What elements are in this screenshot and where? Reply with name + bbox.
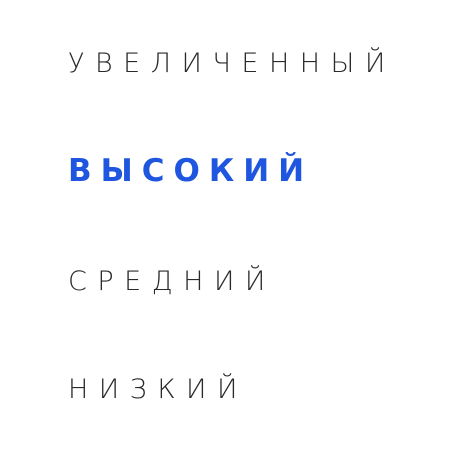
option-medium[interactable]: Средний xyxy=(68,268,276,295)
level-option-list: Увеличенный Высокий Средний Низкий xyxy=(0,0,459,459)
option-low[interactable]: Низкий xyxy=(68,376,248,403)
option-increased[interactable]: Увеличенный xyxy=(68,50,396,77)
option-high-selected[interactable]: Высокий xyxy=(68,156,313,187)
